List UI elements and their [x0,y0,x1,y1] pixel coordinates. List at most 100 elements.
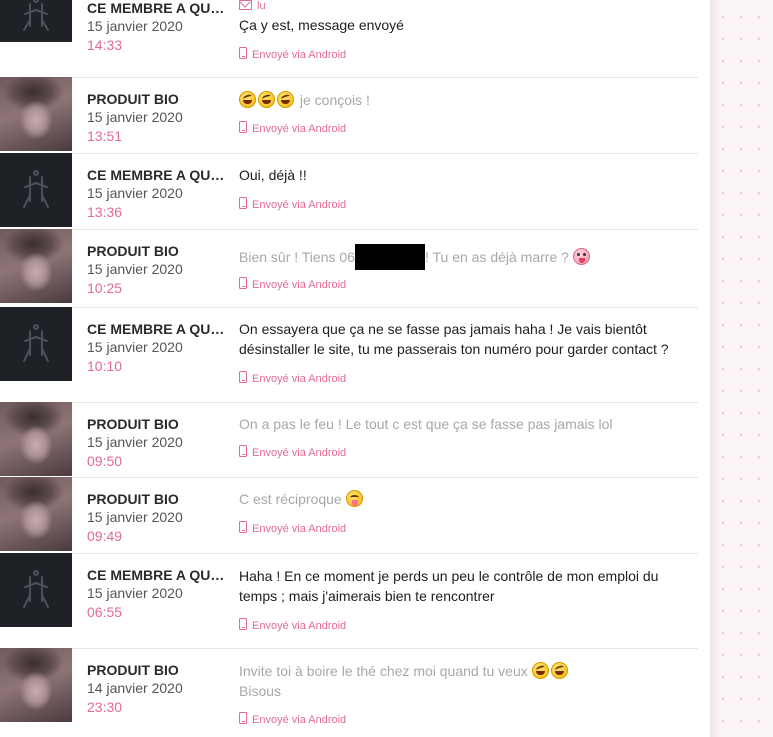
message-item: PRODUIT BIO 15 janvier 2020 10:25 Bien s… [0,229,698,308]
message-text: Haha ! En ce moment je perds un peu le c… [239,568,659,604]
message-item: CE MEMBRE A QUITTÉ 15 janvier 2020 06:55… [0,553,698,649]
message-text-content: je conçois ! [299,92,370,108]
message-text: Oui, déjà !! [239,167,307,183]
phone-icon [239,618,247,630]
rolling-on-floor-laughing-icon [239,91,256,108]
sender-name[interactable]: CE MEMBRE A QUITTÉ [87,321,227,338]
message-item: PRODUIT BIO 15 janvier 2020 13:51 je con… [0,77,698,154]
rolling-on-floor-laughing-icon [531,662,549,679]
read-status-label: lu [257,0,266,12]
phone-icon [239,371,247,383]
message-text-content: Invite toi à boire le thé chez moi quand… [239,663,528,679]
phone-icon [239,277,247,289]
site-logo-icon [23,324,49,362]
message-date: 15 janvier 2020 [87,261,183,277]
message-text-content: Bien sûr ! Tiens 06 [239,249,355,265]
device-label: Envoyé via Android [252,714,347,726]
member-avatar[interactable] [0,553,72,627]
message-item: PRODUIT BIO 14 janvier 2020 23:30 Invite… [0,648,698,737]
phone-icon [239,197,247,209]
message-date: 15 janvier 2020 [87,339,183,355]
message-text-content: C est réciproque [239,491,342,507]
message-date: 14 janvier 2020 [87,680,183,696]
message-time: 23:30 [87,699,123,715]
message-date: 15 janvier 2020 [87,18,183,34]
sent-via-device: Envoyé via Android [239,618,346,632]
phone-icon [239,47,247,59]
message-date: 15 janvier 2020 [87,585,183,601]
message-time: 14:33 [87,37,123,53]
member-avatar[interactable] [0,77,72,151]
sender-name[interactable]: PRODUIT BIO [87,243,227,260]
message-item: PRODUIT BIO 15 janvier 2020 09:50 On a p… [0,402,698,478]
device-label: Envoyé via Android [252,523,347,535]
device-label: Envoyé via Android [252,123,347,135]
member-avatar[interactable] [0,648,72,722]
phone-icon [239,521,247,533]
message-text: je conçois ! [239,90,699,110]
message-text: C est réciproque [239,489,699,509]
rolling-on-floor-laughing-icon [258,91,275,108]
device-label: Envoyé via Android [252,373,347,385]
member-avatar[interactable] [0,477,72,551]
message-time: 10:10 [87,358,123,374]
message-date: 15 janvier 2020 [87,185,183,201]
member-avatar[interactable] [0,153,72,227]
message-thread: CE MEMBRE A QUITTÉ 15 janvier 2020 14:33… [0,0,710,737]
message-time: 09:50 [87,453,123,469]
sent-via-device: Envoyé via Android [239,121,346,135]
message-text: Bien sûr ! Tiens 06 ! Tu en as déjà marre… [239,244,699,270]
sender-name[interactable]: PRODUIT BIO [87,491,227,508]
member-avatar[interactable] [0,0,72,42]
page-background-pattern [710,0,773,737]
tongue-out-icon [572,248,590,265]
message-time: 13:51 [87,128,123,144]
device-label: Envoyé via Android [252,447,347,459]
message-item: CE MEMBRE A QUITTÉ 15 janvier 2020 14:33… [0,0,698,78]
message-item: PRODUIT BIO 15 janvier 2020 09:49 C est … [0,477,698,554]
site-logo-icon [23,170,49,208]
message-time: 06:55 [87,604,123,620]
sender-name[interactable]: CE MEMBRE A QUITTÉ [87,167,227,184]
member-avatar[interactable] [0,402,72,476]
sender-name[interactable]: PRODUIT BIO [87,416,227,433]
message-text: On essayera que ça ne se fasse pas jamai… [239,321,669,357]
message-date: 15 janvier 2020 [87,109,183,125]
member-avatar[interactable] [0,307,72,381]
sender-name[interactable]: CE MEMBRE A QUITTÉ [87,0,227,17]
device-label: Envoyé via Android [252,279,347,291]
site-logo-icon [23,0,49,31]
sent-via-device: Envoyé via Android [239,277,346,291]
sender-name[interactable]: PRODUIT BIO [87,91,227,108]
redaction-block [354,244,425,270]
message-time: 09:49 [87,528,123,544]
read-status: lu [239,0,266,12]
device-label: Envoyé via Android [252,49,347,61]
message-time: 13:36 [87,204,123,220]
rolling-on-floor-laughing-icon [277,91,294,108]
device-label: Envoyé via Android [252,199,347,211]
message-text-content: Bisous [239,683,282,699]
message-text: On a pas le feu ! Le tout c est que ça s… [239,416,613,432]
message-text: Invite toi à boire le thé chez moi quand… [239,661,699,701]
message-item: CE MEMBRE A QUITTÉ 15 janvier 2020 10:10… [0,307,698,403]
sent-via-device: Envoyé via Android [239,445,346,459]
winking-kiss-icon [345,490,363,507]
message-date: 15 janvier 2020 [87,509,183,525]
phone-icon [239,445,247,457]
message-text: Ça y est, message envoyé [239,17,404,33]
sent-via-device: Envoyé via Android [239,47,346,61]
sent-via-device: Envoyé via Android [239,521,346,535]
message-time: 10:25 [87,280,123,296]
message-date: 15 janvier 2020 [87,434,183,450]
message-text-content: ! Tu en as déjà marre ? [424,249,569,265]
rolling-on-floor-laughing-icon [550,662,568,679]
phone-icon [239,121,247,133]
device-label: Envoyé via Android [252,620,347,632]
sent-via-device: Envoyé via Android [239,371,346,385]
member-avatar[interactable] [0,229,72,303]
sent-via-device: Envoyé via Android [239,197,346,211]
envelope-open-icon [239,0,252,10]
sender-name[interactable]: PRODUIT BIO [87,662,227,679]
sender-name[interactable]: CE MEMBRE A QUITTÉ [87,567,227,584]
